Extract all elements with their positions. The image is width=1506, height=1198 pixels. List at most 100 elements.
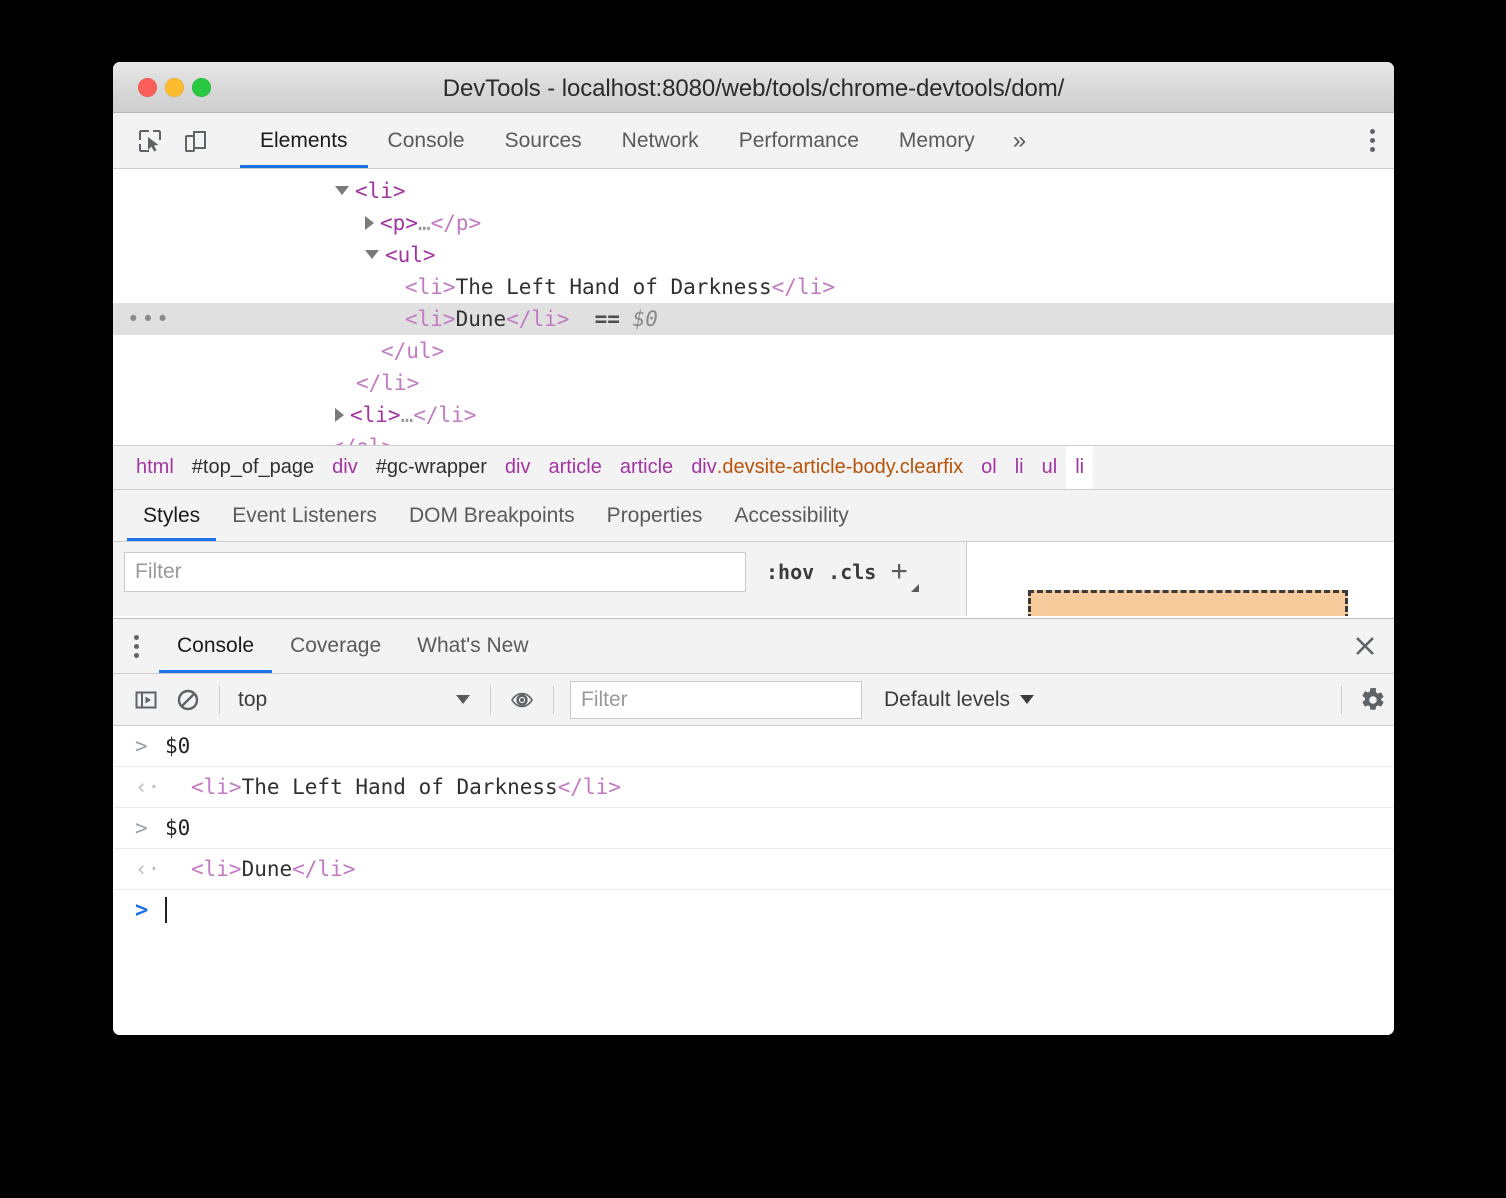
breadcrumb-tag: article [548, 456, 602, 478]
chevron-down-icon [456, 695, 470, 704]
dom-tree-row[interactable]: <ul> [113, 239, 1394, 271]
dom-token-txt: The Left Hand of Darkness [455, 275, 772, 299]
tab-dom-breakpoints[interactable]: DOM Breakpoints [393, 490, 591, 541]
live-expression-eye-icon[interactable] [501, 679, 543, 721]
dom-token-dollar: $0 [619, 307, 658, 331]
breadcrumb-item[interactable]: div [323, 446, 367, 489]
console-prompt-arrow-icon: > [135, 897, 149, 923]
dom-tree-row[interactable]: <li> [113, 175, 1394, 207]
drawer-tab-coverage[interactable]: Coverage [272, 619, 399, 673]
console-toolbar-divider-3 [553, 685, 554, 714]
styles-filter-input[interactable]: Filter [124, 552, 746, 592]
breadcrumb-item[interactable]: div .devsite-article-body.clearfix [682, 446, 972, 489]
breadcrumb-item[interactable]: html [127, 446, 183, 489]
close-icon[interactable] [1336, 619, 1394, 673]
tab-elements[interactable]: Elements [240, 113, 368, 168]
drawer-tab-whats-new[interactable]: What's New [399, 619, 546, 673]
device-toolbar-icon[interactable] [173, 128, 219, 154]
tab-memory[interactable]: Memory [879, 113, 995, 168]
tab-console[interactable]: Console [368, 113, 485, 168]
styles-pane-left: Filter :hov .cls + [113, 542, 967, 616]
cls-button[interactable]: .cls [828, 560, 876, 584]
breadcrumb-item[interactable]: ul [1033, 446, 1067, 489]
tab-event-listeners[interactable]: Event Listeners [216, 490, 393, 541]
console-token-tagc: </li> [292, 857, 356, 881]
settings-gear-icon[interactable] [1352, 679, 1394, 721]
console-token-txt: The Left Hand of Darkness [241, 775, 558, 799]
dom-token-tag: <p> [380, 211, 418, 235]
window-title: DevTools - localhost:8080/web/tools/chro… [442, 75, 1065, 102]
devtools-toolbar-right [1329, 113, 1394, 168]
dom-tree-row[interactable]: </ol> [113, 431, 1394, 445]
dom-token-tag: <li> [350, 403, 401, 427]
dom-tree-row[interactable]: <li>The Left Hand of Darkness</li> [113, 271, 1394, 303]
console-message-prompt[interactable]: > [113, 890, 1394, 930]
console-message-list[interactable]: > $0 ‹· <li> The Left Hand of Darkness </li> >… [113, 726, 1394, 1035]
breadcrumb-item[interactable]: article [539, 446, 610, 489]
styles-filter-row: Filter :hov .cls + [113, 542, 966, 597]
tab-network[interactable]: Network [602, 113, 719, 168]
breadcrumb-tag: div [332, 456, 358, 478]
expand-triangle-right-icon[interactable] [365, 216, 374, 230]
tab-performance[interactable]: Performance [719, 113, 879, 168]
console-filter-input[interactable]: Filter [570, 680, 862, 719]
inspect-element-icon[interactable] [127, 128, 173, 154]
styles-state-buttons: :hov .cls + [766, 555, 919, 592]
tab-sources[interactable]: Sources [485, 113, 602, 168]
more-tabs-chevron-icon[interactable]: » [995, 113, 1044, 168]
expand-triangle-down-icon[interactable] [365, 249, 379, 259]
clear-console-icon[interactable] [167, 679, 209, 721]
console-toolbar-divider-4 [1341, 685, 1342, 714]
expand-triangle-right-icon[interactable] [335, 408, 344, 422]
dom-tree-row[interactable]: <li>…</li> [113, 399, 1394, 431]
console-token-tagc: </li> [557, 775, 621, 799]
plus-icon: + [890, 555, 908, 588]
styles-pane-body: Filter :hov .cls + [113, 542, 1394, 616]
console-message-output: ‹· <li> Dune </li> [113, 849, 1394, 890]
breadcrumb-item[interactable]: ol [972, 446, 1006, 489]
expand-triangle-down-icon[interactable] [335, 185, 349, 195]
styles-pane-tabs: Styles Event Listeners DOM Breakpoints P… [113, 490, 1394, 542]
computed-box-model-pane [967, 542, 1394, 616]
plus-dropdown-corner-icon [910, 584, 919, 592]
chevron-down-icon-levels [1020, 695, 1035, 704]
console-drawer: Console Coverage What's New top Filter D… [113, 618, 1394, 1035]
new-style-rule-button[interactable]: + [890, 555, 919, 592]
console-token-txt: Dune [241, 857, 293, 881]
screenshot-root: DevTools - localhost:8080/web/tools/chro… [0, 0, 1506, 1198]
drawer-kebab-menu-icon[interactable] [113, 619, 159, 673]
breadcrumb-tag: ol [981, 456, 997, 478]
breadcrumb-item[interactable]: #top_of_page [183, 446, 323, 489]
hov-button[interactable]: :hov [766, 560, 814, 584]
breadcrumb-item[interactable]: #gc-wrapper [367, 446, 496, 489]
box-model-margin-area[interactable] [1028, 590, 1348, 616]
breadcrumb-id: #top_of_page [191, 456, 315, 478]
dom-tree-row[interactable]: <p>…</p> [113, 207, 1394, 239]
tab-properties[interactable]: Properties [591, 490, 719, 541]
breadcrumb-item[interactable]: div [496, 446, 540, 489]
console-context-value: top [238, 687, 268, 711]
drawer-tabs: Console Coverage What's New [113, 619, 1394, 674]
breadcrumb-item[interactable]: li [1006, 446, 1033, 489]
drawer-tab-console[interactable]: Console [159, 619, 273, 673]
dom-tree[interactable]: <li> <p>…</p> <ul> <li>The Left Hand of Dar… [113, 169, 1394, 445]
window-titlebar: DevTools - localhost:8080/web/tools/chro… [113, 62, 1394, 113]
breadcrumb-item[interactable]: article [611, 446, 682, 489]
breadcrumb-item[interactable]: li [1066, 446, 1094, 489]
console-log-levels-selector[interactable]: Default levels [884, 688, 1035, 712]
dom-token-eq: == [569, 307, 620, 331]
console-prompt-arrow-icon: > [135, 734, 148, 758]
console-toolbar: top Filter Default levels [113, 674, 1394, 726]
console-message-output: ‹· <li> The Left Hand of Darkness </li> [113, 767, 1394, 808]
dom-tree-row[interactable]: </ul> [113, 335, 1394, 367]
breadcrumb-class: .devsite-article-body.clearfix [716, 456, 964, 478]
console-message-input: > $0 [113, 726, 1394, 767]
dom-tree-row[interactable]: </li> [113, 367, 1394, 399]
kebab-menu-icon[interactable] [1350, 129, 1394, 152]
console-context-selector[interactable]: top [230, 688, 480, 712]
breadcrumb-tag: article [619, 456, 674, 478]
dom-tree-row[interactable]: ••• <li>Dune</li> == $0 [113, 303, 1394, 335]
tab-styles[interactable]: Styles [127, 490, 217, 541]
tab-accessibility[interactable]: Accessibility [718, 490, 864, 541]
console-sidebar-icon[interactable] [125, 679, 167, 721]
